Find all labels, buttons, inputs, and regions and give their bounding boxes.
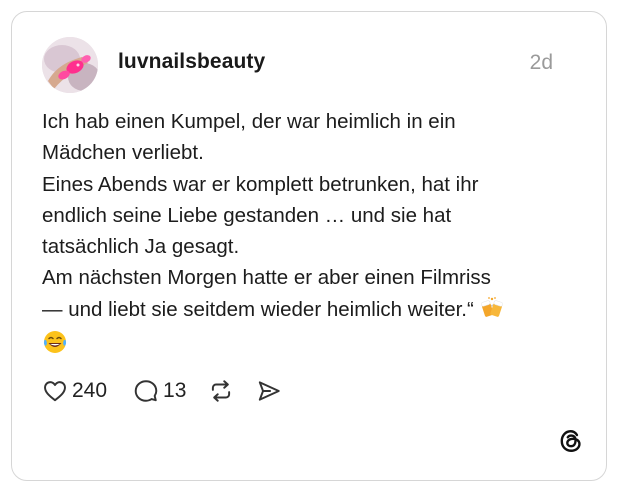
face-with-tears-of-joy-icon — [42, 329, 68, 364]
post-text-line-with-emoji: — und liebt sie seitdem wieder heimlich … — [42, 294, 572, 329]
post-text-line: Ich hab einen Kumpel, der war heimlich i… — [42, 110, 456, 133]
share-button[interactable] — [256, 378, 282, 404]
like-button[interactable]: 240 — [42, 378, 107, 404]
post-text-line-emoji — [42, 329, 572, 364]
post-text-line: tatsächlich Ja gesagt. — [42, 235, 240, 259]
post-text-line: endlich seine Liebe gestanden … und sie … — [42, 203, 452, 227]
avatar[interactable] — [42, 37, 98, 93]
speech-bubble-icon — [134, 380, 158, 402]
clinking-beer-mugs-icon — [480, 296, 504, 329]
avatar-image — [42, 37, 98, 93]
post-text-line: — und liebt sie seitdem wieder heimlich … — [42, 297, 474, 321]
post-text-line: Am nächsten Morgen hatte er aber einen F… — [42, 266, 491, 290]
post-text-line: Eines Abends war er komplett betrunken, … — [42, 172, 479, 196]
username[interactable]: luvnailsbeauty — [118, 50, 265, 74]
post-text: Ich hab einen Kumpel, der war heimlich i… — [42, 106, 572, 364]
post-text-line: Mädchen verliebt. — [42, 141, 204, 165]
post-actions: 240 13 — [42, 376, 282, 406]
repost-icon — [212, 380, 231, 402]
heart-icon — [44, 381, 66, 402]
reply-button[interactable]: 13 — [133, 378, 186, 404]
repost-button[interactable] — [208, 378, 234, 404]
send-icon — [259, 381, 281, 401]
threads-logo-icon[interactable] — [558, 428, 584, 454]
post-card: luvnailsbeauty 2d Ich hab einen Kumpel, … — [11, 11, 607, 481]
post-timestamp: 2d — [529, 51, 553, 74]
like-count: 240 — [72, 379, 108, 402]
reply-count: 13 — [163, 379, 187, 402]
